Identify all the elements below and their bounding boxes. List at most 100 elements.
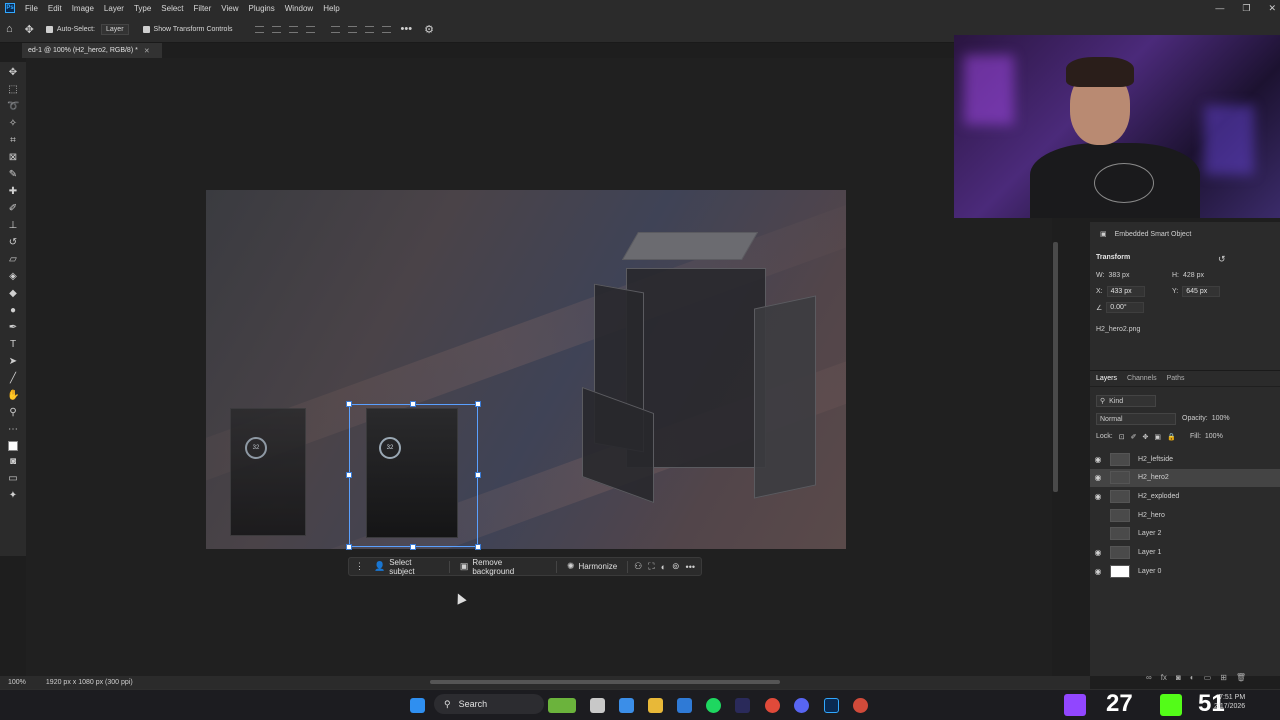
menu-filter[interactable]: Filter [189,4,217,13]
menu-layer[interactable]: Layer [99,4,129,13]
transform-handle[interactable] [475,544,481,550]
windows-start-icon[interactable] [410,698,425,713]
layer-row[interactable]: H2_hero [1090,506,1280,524]
task-view-icon[interactable] [590,698,605,713]
dodge-tool-icon[interactable]: ● [7,305,19,317]
fill-value[interactable]: 100% [1205,433,1223,440]
home-icon[interactable]: ⌂ [6,23,13,35]
crop-tool-icon[interactable]: ⌗ [7,135,19,147]
transform-handle[interactable] [475,401,481,407]
brush-tool-icon[interactable]: ✐ [7,203,19,215]
link-icon[interactable]: ∞ [1146,673,1152,682]
align-right-icon[interactable] [288,25,298,33]
add-mask-icon[interactable]: ◙ [1176,673,1181,682]
distribute-icon[interactable] [330,25,340,33]
mask-icon[interactable]: ⊚ [672,561,680,572]
blur-tool-icon[interactable]: ◆ [7,288,19,300]
generative-icon[interactable]: ✦ [7,490,19,502]
visibility-eye-icon[interactable]: ◉ [1090,455,1106,464]
chrome-icon[interactable] [765,698,780,713]
distribute-spacing-icon[interactable] [381,25,391,33]
visibility-eye-icon[interactable]: ◉ [1090,548,1106,557]
menu-window[interactable]: Window [280,4,318,13]
move-tool-icon[interactable]: ✥ [25,23,34,36]
auto-select-dropdown[interactable]: Layer [101,23,129,35]
visibility-eye-icon[interactable]: ◉ [1090,473,1106,482]
adjustment-layer-icon[interactable]: ◐ [1190,673,1195,682]
visibility-eye-icon[interactable]: ◉ [1090,492,1106,501]
tab-layers[interactable]: Layers [1096,375,1117,382]
harmonize-button[interactable]: ✺ Harmonize [563,561,621,572]
transform-handle[interactable] [410,544,416,550]
align-center-icon[interactable] [271,25,281,33]
spotify-icon[interactable] [706,698,721,713]
fx-icon[interactable]: fx [1161,673,1167,682]
layer-filter-dropdown[interactable]: ⚲ Kind [1096,395,1156,407]
show-transform-checkbox[interactable]: Show Transform Controls [142,25,233,33]
menu-plugins[interactable]: Plugins [244,4,280,13]
eraser-tool-icon[interactable]: ▱ [7,254,19,266]
line-tool-icon[interactable]: ╱ [7,373,19,385]
drag-handle-icon[interactable]: ⋮ [355,561,364,572]
paint-bucket-icon[interactable]: ◈ [7,271,19,283]
blend-mode-dropdown[interactable]: Normal [1096,413,1176,425]
x-field[interactable]: 433 px [1106,286,1145,297]
layer-row[interactable]: ◉ H2_leftside [1090,450,1280,468]
hudfx-icon[interactable] [735,698,750,713]
lock-position-icon[interactable]: ✥ [1142,433,1148,441]
distribute-middle-icon[interactable] [347,25,357,33]
eyedropper-icon[interactable]: ✎ [7,169,19,181]
transform-handle[interactable] [346,472,352,478]
pen-tool-icon[interactable]: ✒ [7,322,19,334]
move-tool-icon[interactable]: ✥ [7,67,19,79]
vertical-scrollbar[interactable] [1053,242,1058,492]
history-brush-icon[interactable]: ↺ [7,237,19,249]
taskbar-search[interactable]: ⚲ Search [434,694,544,714]
document-tab[interactable]: ed-1 @ 100% (H2_hero2, RGB/8) * ✕ [22,43,162,58]
trash-icon[interactable]: 🗑 [1236,673,1246,682]
kick-icon[interactable] [1160,694,1182,716]
more-options-icon[interactable]: ••• [401,23,413,35]
zoom-level[interactable]: 100% [8,679,26,686]
zoom-tool-icon[interactable]: ⚲ [7,407,19,419]
height-value[interactable]: 428 px [1183,272,1204,279]
lock-pixels-icon[interactable]: ⊡ [1119,433,1125,441]
width-value[interactable]: 383 px [1108,272,1129,279]
lock-artboard-icon[interactable]: ▣ [1154,433,1161,441]
magic-wand-icon[interactable]: ✧ [7,118,19,130]
opacity-value[interactable]: 100% [1212,415,1230,422]
document-canvas[interactable]: 32 32 [206,190,846,549]
tab-paths[interactable]: Paths [1167,375,1185,382]
lock-brush-icon[interactable]: ✐ [1131,433,1137,441]
layer-row[interactable]: Layer 2 [1090,525,1280,543]
more-icon[interactable]: ••• [686,562,695,572]
stamp-tool-icon[interactable]: ⊥ [7,220,19,232]
transform-handle[interactable] [346,401,352,407]
visibility-eye-icon[interactable]: ◉ [1090,567,1106,576]
transform-bounding-box[interactable] [346,401,481,550]
y-field[interactable]: 645 px [1182,286,1221,297]
menu-image[interactable]: Image [67,4,99,13]
edit-toolbar-icon[interactable]: ⋯ [7,424,19,436]
menu-type[interactable]: Type [129,4,156,13]
distribute-bottom-icon[interactable] [364,25,374,33]
frame-tool-icon[interactable]: ⊠ [7,152,19,164]
new-layer-icon[interactable]: ⊞ [1220,673,1227,682]
chrome-alt-icon[interactable] [853,698,868,713]
close-tab-icon[interactable]: ✕ [144,47,150,55]
file-explorer-icon[interactable] [648,698,663,713]
marquee-tool-icon[interactable]: ⬚ [7,84,19,96]
auto-select-checkbox[interactable]: Auto-Select: [45,25,95,33]
close-icon[interactable]: ✕ [1268,3,1276,14]
quick-mask-icon[interactable]: ◙ [7,456,19,468]
type-tool-icon[interactable]: T [7,339,19,351]
path-select-icon[interactable]: ➤ [7,356,19,368]
document-info[interactable]: 1920 px x 1080 px (300 ppi) [46,679,133,686]
restore-icon[interactable]: ❐ [1242,3,1250,14]
transform-handle[interactable] [346,544,352,550]
widget-icon[interactable] [548,698,576,713]
hand-tool-icon[interactable]: ✋ [7,390,19,402]
group-icon[interactable]: ⚇ [634,561,642,572]
twitch-icon[interactable] [1064,694,1086,716]
group-folder-icon[interactable]: ▭ [1204,673,1212,682]
